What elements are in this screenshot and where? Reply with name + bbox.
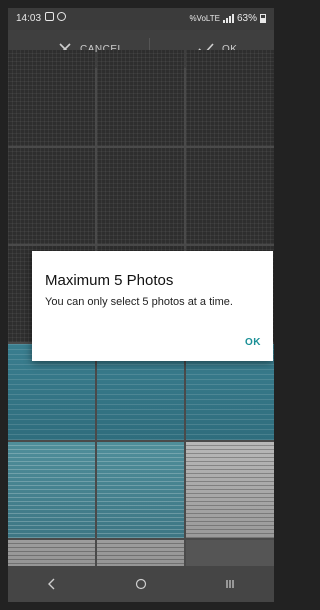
battery-label: 63% [236, 13, 257, 24]
status-time: 14:03 [16, 13, 42, 24]
back-button[interactable] [37, 569, 67, 599]
notification-icons [45, 12, 66, 21]
photo-thumbnail[interactable] [97, 442, 184, 538]
home-button[interactable] [126, 569, 156, 599]
limit-dialog: Maximum 5 Photos You can only select 5 p… [32, 251, 273, 361]
photo-thumbnail[interactable] [186, 50, 274, 146]
battery-icon [260, 14, 266, 23]
photo-thumbnail[interactable] [8, 148, 95, 244]
dialog-message: You can only select 5 photos at a time. [45, 296, 233, 308]
recents-button[interactable] [215, 569, 245, 599]
photo-thumbnail[interactable] [97, 148, 184, 244]
phone-screen: 14:03 %VoLTE 63% CANCEL OK Maximum 5 Pho… [8, 8, 274, 602]
dialog-title: Maximum 5 Photos [45, 272, 174, 289]
photo-thumbnail[interactable] [186, 148, 274, 244]
status-right: %VoLTE 63% [189, 13, 266, 24]
photo-thumbnail[interactable] [97, 50, 184, 146]
photo-thumbnail[interactable] [186, 442, 274, 538]
navigation-bar [8, 566, 274, 602]
dialog-ok-button[interactable]: OK [245, 337, 261, 348]
gallery-notification-icon [45, 12, 54, 21]
signal-icon [222, 14, 234, 23]
photo-thumbnail[interactable] [8, 50, 95, 146]
network-label: %VoLTE [189, 14, 220, 23]
status-bar: 14:03 %VoLTE 63% [8, 8, 274, 30]
photo-thumbnail[interactable] [8, 442, 95, 538]
whatsapp-notification-icon [57, 12, 66, 21]
recents-icon [226, 580, 234, 588]
home-icon [135, 578, 147, 590]
back-icon [48, 578, 55, 590]
